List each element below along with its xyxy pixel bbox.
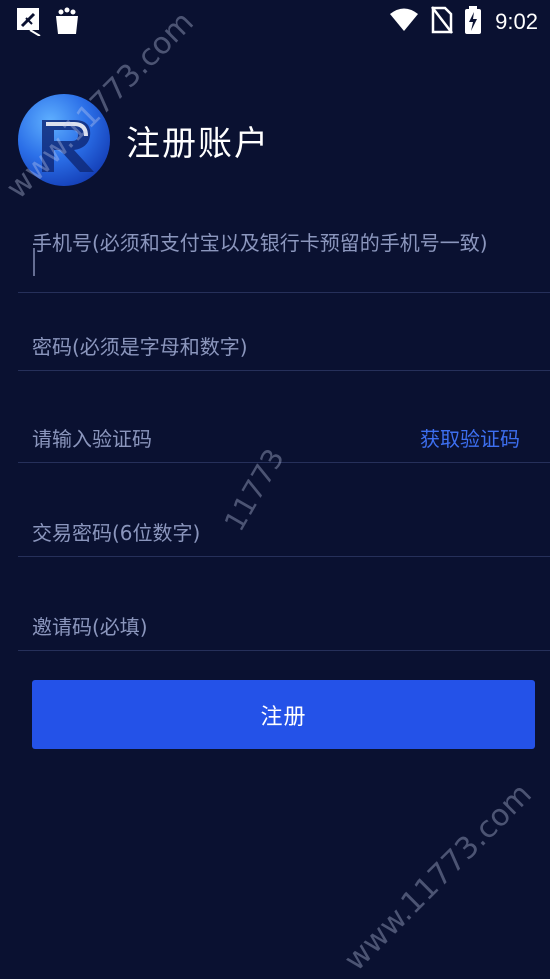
status-notifications (16, 6, 80, 40)
invite-code-field[interactable]: 邀请码(必填) (18, 598, 550, 651)
verification-code-field[interactable]: 请输入验证码 获取验证码 (18, 412, 550, 463)
phone-placeholder: 手机号(必须和支付宝以及银行卡预留的手机号一致) (32, 231, 488, 255)
trade-password-placeholder: 交易密码(6位数字) (32, 521, 201, 545)
app-logo (18, 94, 110, 186)
status-time: 9:02 (495, 9, 538, 34)
page-header: 注册账户 (16, 92, 270, 188)
page-title: 注册账户 (126, 123, 270, 164)
no-signal-notification-icon (16, 6, 42, 40)
bag-notification-icon (54, 6, 80, 40)
password-field[interactable]: 密码(必须是字母和数字) (18, 318, 550, 371)
wifi-icon (389, 7, 419, 37)
register-button-label: 注册 (260, 704, 307, 730)
phone-field[interactable]: 手机号(必须和支付宝以及银行卡预留的手机号一致) (18, 218, 550, 293)
verification-code-placeholder: 请输入验证码 (32, 427, 152, 451)
password-placeholder: 密码(必须是字母和数字) (32, 335, 248, 359)
get-code-button[interactable]: 获取验证码 (420, 424, 520, 454)
register-button[interactable]: 注册 (32, 680, 535, 749)
trade-password-field[interactable]: 交易密码(6位数字) (18, 506, 550, 557)
register-screen: 9:02 注册账户 手机号(必须和支付宝以及银行卡预留的手机号一致) 密码(必须… (0, 0, 550, 979)
watermark-bottom: www.11773.com (337, 776, 539, 978)
status-indicators: 9:02 (389, 6, 538, 38)
invite-code-placeholder: 邀请码(必填) (32, 615, 148, 639)
battery-charging-icon (465, 6, 482, 38)
status-bar: 9:02 (0, 0, 550, 40)
no-sim-icon (431, 6, 454, 38)
